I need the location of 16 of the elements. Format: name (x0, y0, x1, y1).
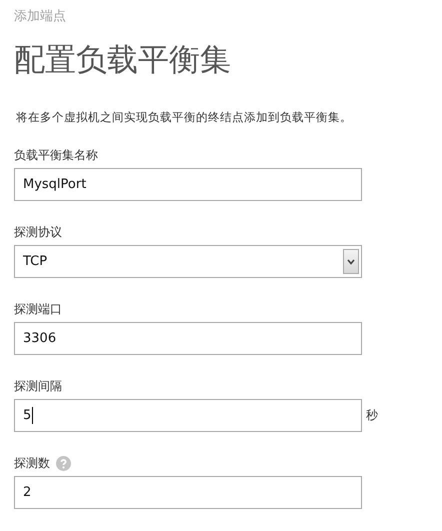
input-field[interactable]: MysqlPort (14, 168, 362, 201)
breadcrumb: 添加端点 (14, 8, 66, 26)
input-field[interactable]: 5 (14, 399, 362, 432)
description: 将在多个虚拟机之间实现负载平衡的终结点添加到负载平衡集。 (15, 110, 352, 125)
field-label: 负载平衡集名称 (14, 147, 98, 164)
page-title: 配置负载平衡集 (14, 41, 231, 80)
field-label: 探测端口 (14, 301, 62, 318)
field-label: 探测间隔 (14, 378, 62, 395)
chevron-down-icon (347, 258, 355, 264)
field-label: 探测协议 (14, 224, 62, 241)
protocol-dropdown[interactable]: TCP (14, 245, 362, 278)
unit-label: 秒 (366, 407, 378, 424)
field-label: 探测数 (14, 455, 50, 472)
input-field[interactable]: 2 (14, 476, 362, 509)
input-field[interactable]: 3306 (14, 322, 362, 355)
help-icon[interactable] (56, 456, 71, 471)
